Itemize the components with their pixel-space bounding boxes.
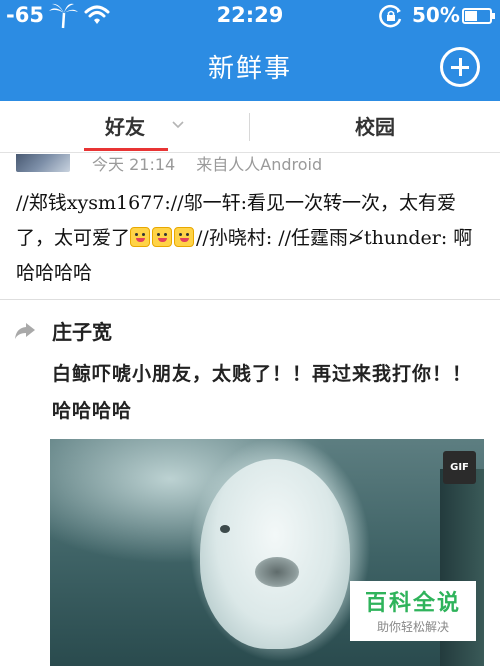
post-time: 今天 21:14 [92, 155, 176, 174]
top-bar: -65 22:29 50% 新鲜事 [0, 0, 500, 101]
beluga-mouth [255, 557, 299, 587]
compose-button[interactable] [440, 47, 480, 87]
watermark-subtitle: 助你轻松解决 [376, 620, 449, 634]
watermark: 百科全说 助你轻松解决 [350, 581, 476, 641]
rotation-lock-icon [379, 4, 402, 28]
active-tab-indicator [84, 148, 168, 151]
smile-emoji-icon [130, 227, 151, 247]
feed-item[interactable]: 今天 21:14 来自人人Android //郑钱xysm1677://邬一轩:… [0, 154, 500, 300]
tab-friends-label: 好友 [105, 115, 145, 139]
beluga-eye [220, 525, 230, 533]
post-source: 来自人人Android [196, 155, 323, 174]
watermark-title: 百科全说 [364, 591, 461, 616]
page-title: 新鲜事 [207, 54, 292, 84]
tab-campus-label: 校园 [355, 115, 395, 139]
avatar[interactable] [16, 154, 70, 172]
shy-emoji-icon [174, 227, 195, 247]
tab-campus[interactable]: 校园 [250, 101, 500, 153]
gif-badge: GIF [443, 451, 476, 484]
post-text: //郑钱xysm1677://邬一轩:看见一次转一次，太有爱了，太可爱了//孙晓… [16, 186, 486, 291]
battery-percent: 50% [412, 3, 460, 27]
share-arrow-icon [15, 323, 35, 339]
beluga-head [200, 459, 350, 649]
smile-emoji-icon [152, 227, 173, 247]
status-bar: -65 22:29 50% [0, 0, 500, 32]
tab-friends[interactable]: 好友 [0, 101, 250, 153]
battery-icon [462, 8, 495, 24]
post-author[interactable]: 庄子宽 [52, 316, 112, 345]
feed-tabs: 好友 校园 [0, 101, 500, 153]
chevron-down-icon[interactable] [172, 121, 184, 129]
post-text: 白鲸吓唬小朋友，太贱了！！再过来我打你！！哈哈哈哈 [52, 363, 473, 422]
post-meta: 今天 21:14 来自人人Android [86, 154, 322, 176]
